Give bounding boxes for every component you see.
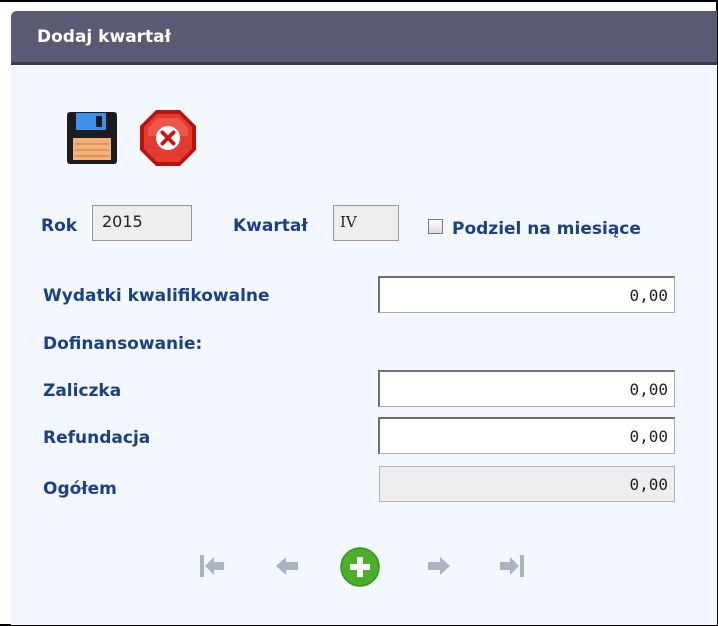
save-button[interactable] (66, 111, 118, 165)
eligible-expenses-input[interactable]: 0,00 (378, 276, 675, 313)
refund-input[interactable]: 0,00 (378, 417, 675, 454)
add-record-button[interactable] (340, 547, 380, 587)
first-icon (200, 555, 224, 577)
next-icon (428, 557, 450, 575)
dialog-title: Dodaj kwartał (37, 27, 171, 47)
frame-top-border (0, 0, 718, 2)
split-months-label: Podziel na miesiące (452, 219, 641, 239)
year-label: Rok (41, 216, 78, 236)
advance-input[interactable]: 0,00 (378, 370, 675, 407)
next-record-button[interactable] (425, 551, 453, 581)
quarter-field[interactable]: IV (333, 205, 399, 241)
funding-heading: Dofinansowanie: (43, 334, 203, 354)
eligible-expenses-label: Wydatki kwalifikowalne (43, 286, 270, 306)
last-icon (500, 555, 524, 577)
total-readonly-field: 0,00 (379, 466, 675, 502)
cancel-button[interactable] (139, 109, 197, 167)
refund-label: Refundacja (43, 428, 151, 448)
split-months-checkbox[interactable] (428, 219, 443, 234)
add-icon (340, 547, 380, 587)
year-field[interactable]: 2015 (92, 205, 192, 241)
red-stop-x-icon (140, 110, 196, 166)
total-label: Ogółem (43, 479, 117, 499)
last-record-button[interactable] (498, 551, 526, 581)
advance-label: Zaliczka (43, 381, 122, 401)
dialog-header: Dodaj kwartał (11, 11, 717, 65)
previous-icon (276, 557, 298, 575)
previous-record-button[interactable] (273, 551, 301, 581)
floppy-disk-icon (67, 112, 117, 164)
add-quarter-dialog: Dodaj kwartał Rok 2015 Kwartał IV Podzie… (11, 11, 717, 625)
quarter-label: Kwartał (233, 216, 308, 236)
first-record-button[interactable] (198, 551, 226, 581)
